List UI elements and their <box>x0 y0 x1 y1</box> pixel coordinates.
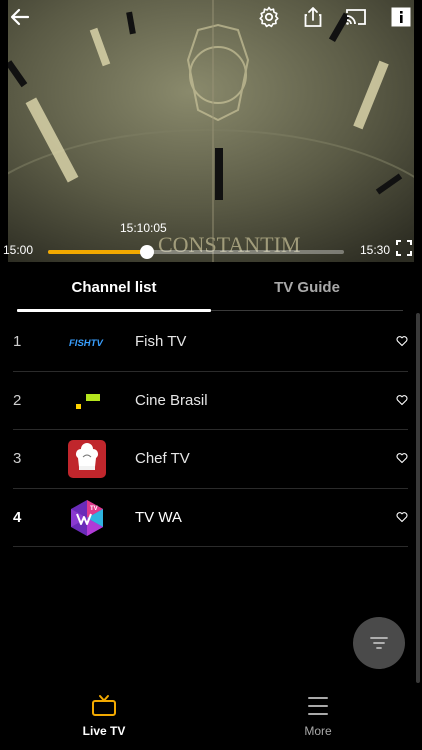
nav-more-label: More <box>304 724 332 738</box>
channel-row[interactable]: 4 TV TV WA <box>13 489 408 547</box>
cine-brasil-logo <box>68 382 106 420</box>
svg-text:TV: TV <box>90 506 98 512</box>
channel-number: 4 <box>13 508 22 526</box>
channel-name: Chef TV <box>135 450 190 467</box>
bottom-navigation: Live TV More <box>0 686 422 750</box>
channel-number: 3 <box>13 450 22 467</box>
nav-more[interactable]: More <box>258 694 378 738</box>
tab-channel-list[interactable]: Channel list <box>17 279 211 296</box>
scrollbar[interactable] <box>416 313 420 683</box>
player-toolbar <box>0 0 422 34</box>
nav-live-tv-label: Live TV <box>82 724 126 738</box>
channel-name: Cine Brasil <box>135 391 208 409</box>
filter-button[interactable] <box>353 617 405 669</box>
nav-live-tv[interactable]: Live TV <box>44 694 164 738</box>
favorite-heart-icon[interactable] <box>396 394 408 406</box>
current-time: 15:10:05 <box>120 221 167 235</box>
favorite-heart-icon[interactable] <box>396 335 408 347</box>
svg-text:FISHTV: FISHTV <box>69 338 103 348</box>
seek-bar[interactable] <box>48 245 344 259</box>
share-icon[interactable] <box>300 4 326 30</box>
tv-icon <box>91 694 117 718</box>
start-time: 15:00 <box>3 243 34 257</box>
channel-number: 2 <box>13 391 22 409</box>
settings-icon[interactable] <box>256 4 282 30</box>
video-player[interactable]: CONSTANTIM 15:10:05 15:00 15:30 <box>0 0 422 262</box>
fullscreen-icon[interactable] <box>396 240 412 256</box>
tab-tv-guide[interactable]: TV Guide <box>211 279 403 296</box>
info-icon[interactable] <box>388 4 414 30</box>
end-time: 15:30 <box>360 243 391 257</box>
cast-icon[interactable] <box>343 4 369 30</box>
filter-icon <box>370 637 388 649</box>
channel-row[interactable]: 1 FISHTV Fish TV <box>13 313 408 372</box>
tab-bar: Channel list TV Guide <box>0 262 422 314</box>
tv-wa-logo: TV <box>68 499 106 537</box>
fishtv-logo: FISHTV <box>68 323 106 361</box>
channel-name: Fish TV <box>135 333 187 350</box>
active-tab-indicator <box>17 309 211 312</box>
chef-tv-logo <box>68 440 106 478</box>
favorite-heart-icon[interactable] <box>396 511 408 523</box>
channel-row[interactable]: 2 Cine Brasil <box>13 372 408 430</box>
channel-list: 1 FISHTV Fish TV 2 Cine Brasil 3 Chef TV… <box>13 313 408 547</box>
seek-bar-progress <box>48 250 148 254</box>
favorite-heart-icon[interactable] <box>396 452 408 464</box>
back-arrow-icon[interactable] <box>7 4 33 30</box>
video-frame[interactable]: CONSTANTIM <box>8 0 414 262</box>
menu-icon <box>305 694 331 718</box>
channel-number: 1 <box>13 333 22 350</box>
channel-name: TV WA <box>135 508 182 526</box>
channel-row[interactable]: 3 Chef TV <box>13 430 408 489</box>
